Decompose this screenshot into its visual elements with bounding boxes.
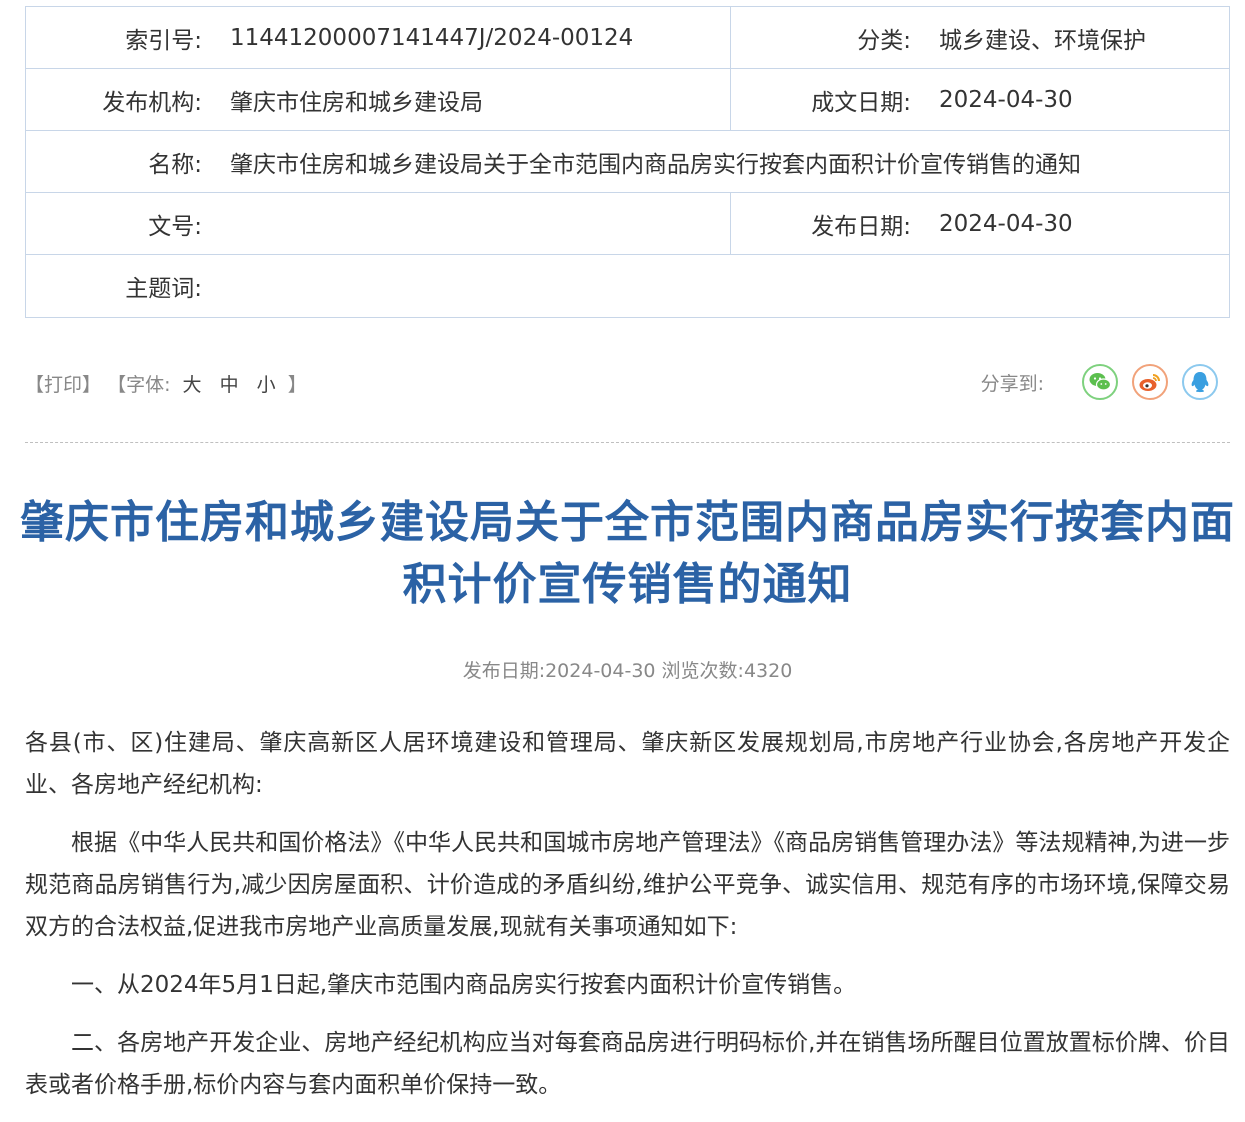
category-label: 分类: — [857, 27, 911, 54]
article-toolbar: 【打印】 【字体: 大 中 小 】 分享到: — [25, 364, 1230, 404]
article-title: 肇庆市住房和城乡建设局关于全市范围内商品房实行按套内面积计价宣传销售的通知 — [20, 497, 1235, 610]
meta-cell-publisher: 发布机构: 肇庆市住房和城乡建设局 — [26, 69, 731, 130]
paragraph-item-1: 一、从2024年5月1日起,肇庆市范围内商品房实行按套内面积计价宣传销售。 — [71, 972, 857, 998]
qq-share-button[interactable] — [1182, 364, 1218, 400]
meta-cell-doc-no: 文号: — [26, 193, 731, 254]
font-small-link[interactable]: 小 — [257, 374, 276, 396]
meta-row-doc-no: 文号: 发布日期: 2024-04-30 — [26, 193, 1229, 255]
page: 索引号: 11441200007141447J/2024-00124 分类: 城… — [0, 0, 1245, 1103]
meta-cell-name: 名称: 肇庆市住房和城乡建设局关于全市范围内商品房实行按套内面积计价宣传销售的通… — [26, 131, 1229, 192]
article-body: 各县(市、区)住建局、肇庆高新区人居环境建设和管理局、肇庆新区发展规划局,市房地… — [25, 722, 1230, 1122]
meta-cell-index: 索引号: 11441200007141447J/2024-00124 — [26, 7, 731, 68]
weibo-share-button[interactable] — [1132, 364, 1168, 400]
doc-no-label: 文号: — [148, 213, 202, 240]
written-date-label: 成文日期: — [811, 89, 911, 116]
meta-cell-publish-date: 发布日期: 2024-04-30 — [731, 193, 1229, 254]
wechat-icon — [1089, 373, 1112, 391]
meta-cell-written-date: 成文日期: 2024-04-30 — [731, 69, 1229, 130]
paragraph-item-2: 二、各房地产开发企业、房地产经纪机构应当对每套商品房进行明码标价,并在销售场所醒… — [25, 1030, 1230, 1098]
meta-row-index: 索引号: 11441200007141447J/2024-00124 分类: 城… — [26, 7, 1229, 69]
publisher-label: 发布机构: — [102, 89, 202, 116]
article-pub-info: 发布日期:2024-04-30 浏览次数:4320 — [462, 660, 793, 682]
meta-cell-keywords: 主题词: — [26, 255, 1229, 317]
category-value: 城乡建设、环境保护 — [939, 27, 1146, 54]
paragraph-salutation: 各县(市、区)住建局、肇庆高新区人居环境建设和管理局、肇庆新区发展规划局,市房地… — [25, 730, 1230, 798]
index-label: 索引号: — [125, 27, 202, 54]
name-label: 名称: — [148, 151, 202, 178]
publish-date-label: 发布日期: — [811, 213, 911, 240]
paragraph-intro: 根据《中华人民共和国价格法》《中华人民共和国城市房地产管理法》《商品房销售管理办… — [25, 830, 1230, 940]
share-label: 分享到: — [980, 372, 1044, 395]
font-size-prefix: 【字体: — [107, 374, 171, 396]
tool-links: 【打印】 【字体: 大 中 小 】 — [25, 370, 307, 397]
font-size-suffix: 】 — [287, 374, 307, 396]
print-link[interactable]: 【打印】 — [25, 374, 101, 396]
index-value: 11441200007141447J/2024-00124 — [230, 24, 634, 51]
publisher-value: 肇庆市住房和城乡建设局 — [230, 89, 483, 116]
qq-icon — [1191, 372, 1209, 393]
weibo-icon — [1139, 374, 1160, 391]
meta-row-keywords: 主题词: — [26, 255, 1229, 317]
meta-row-publisher: 发布机构: 肇庆市住房和城乡建设局 成文日期: 2024-04-30 — [26, 69, 1229, 131]
name-value: 肇庆市住房和城乡建设局关于全市范围内商品房实行按套内面积计价宣传销售的通知 — [230, 151, 1081, 178]
wechat-share-button[interactable] — [1082, 364, 1118, 400]
keywords-label: 主题词: — [125, 276, 202, 302]
font-large-link[interactable]: 大 — [183, 374, 202, 396]
meta-cell-category: 分类: 城乡建设、环境保护 — [731, 7, 1229, 68]
meta-row-name: 名称: 肇庆市住房和城乡建设局关于全市范围内商品房实行按套内面积计价宣传销售的通… — [26, 131, 1229, 193]
dashed-divider — [25, 442, 1230, 443]
font-medium-link[interactable]: 中 — [220, 374, 239, 396]
share-bar: 分享到: — [981, 364, 1218, 400]
written-date-value: 2024-04-30 — [939, 86, 1073, 113]
metadata-table: 索引号: 11441200007141447J/2024-00124 分类: 城… — [25, 6, 1230, 318]
publish-date-value: 2024-04-30 — [939, 210, 1073, 237]
